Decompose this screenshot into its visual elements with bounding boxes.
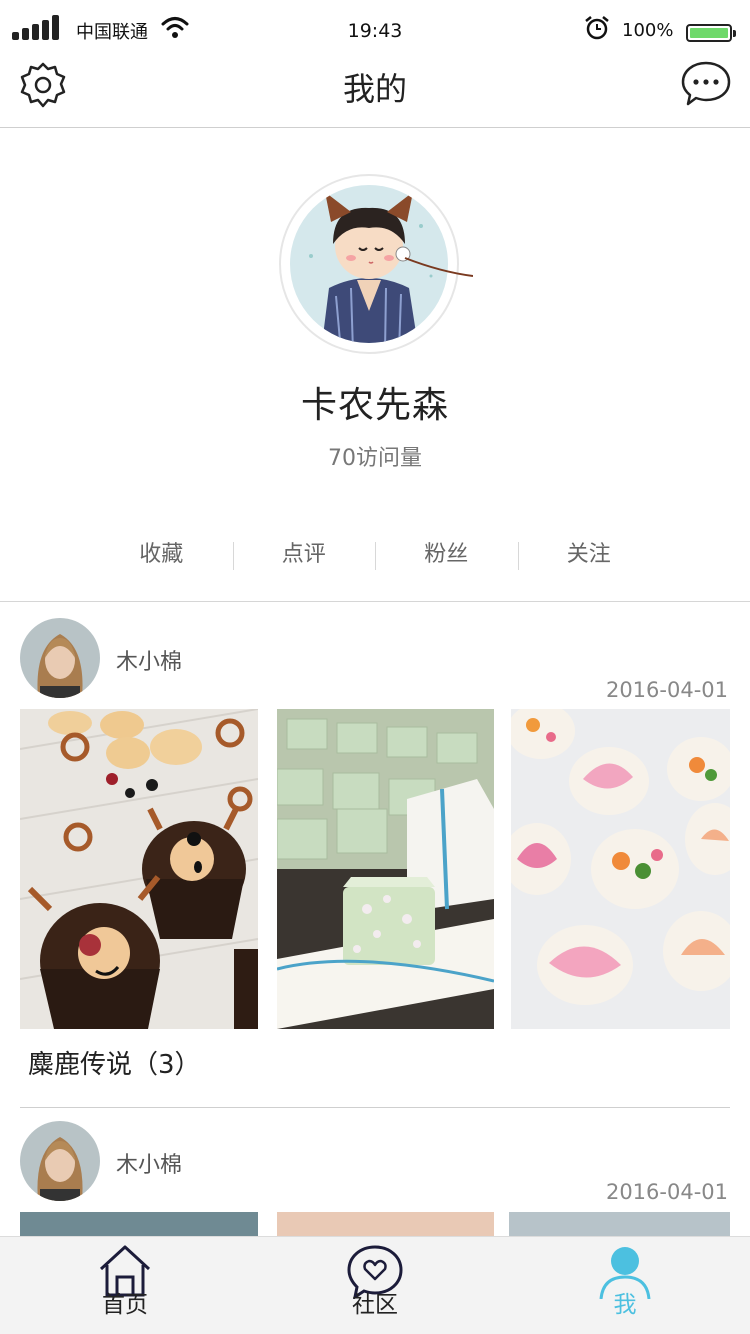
message-icon[interactable]	[680, 60, 732, 108]
post-date: 2016-04-01	[605, 1180, 728, 1204]
alarm-icon	[585, 16, 609, 40]
post-author-avatar[interactable]	[20, 618, 100, 698]
post-photo-cupcakes[interactable]	[20, 709, 258, 1029]
battery-icon	[686, 24, 736, 42]
profile-avatar[interactable]	[279, 174, 473, 354]
post-caption[interactable]: 麋鹿传说（3）	[28, 1044, 201, 1081]
section-divider	[0, 601, 750, 602]
post-author-name[interactable]: 木小棉	[116, 1147, 182, 1179]
tab-community-label: 社区	[352, 1292, 398, 1318]
tab-profile[interactable]: 我	[565, 1243, 685, 1319]
tab-bar: 首页 社区 我	[0, 1236, 750, 1334]
stat-favorites[interactable]: 收藏	[90, 538, 233, 574]
stat-reviews[interactable]: 点评	[232, 538, 376, 574]
post-photo-macarons[interactable]	[511, 709, 730, 1029]
post-author-avatar[interactable]	[20, 1121, 100, 1201]
tab-community[interactable]: 社区	[315, 1243, 435, 1319]
post-author-name[interactable]: 木小棉	[116, 644, 182, 676]
profile-stats: 收藏 点评 粉丝 关注	[90, 538, 660, 574]
tab-profile-label: 我	[613, 1292, 637, 1318]
stat-fans[interactable]: 粉丝	[375, 538, 518, 574]
tab-home[interactable]: 首页	[65, 1243, 185, 1319]
tab-home-label: 首页	[102, 1292, 148, 1318]
post-date: 2016-04-01	[605, 678, 728, 702]
post-separator	[20, 1107, 730, 1108]
page-title: 我的	[342, 70, 407, 108]
stat-following[interactable]: 关注	[517, 538, 661, 574]
visit-count: 70访问量	[328, 446, 422, 471]
post-photo-cakes[interactable]	[277, 709, 494, 1029]
profile-name: 卡农先森	[300, 385, 449, 426]
status-bar: 中国联通 19:43 100%	[0, 0, 750, 60]
battery-percentage: 100%	[622, 20, 674, 41]
